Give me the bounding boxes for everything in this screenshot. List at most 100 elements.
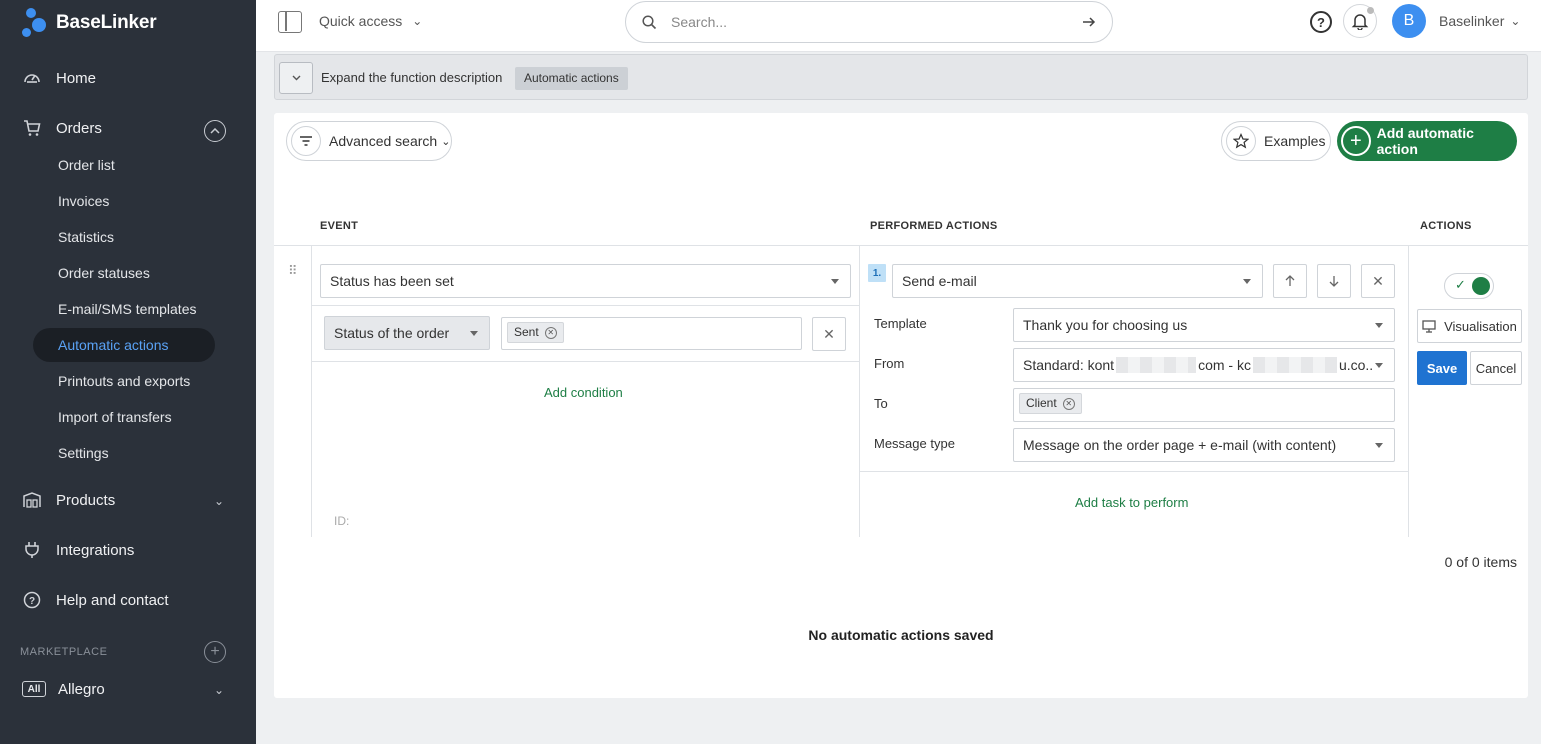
advanced-search-label: Advanced search [329,133,438,149]
remove-chip-icon[interactable]: ✕ [544,326,557,339]
filter-icon [291,126,321,156]
condition-field-select[interactable]: Status of the order [324,316,490,350]
divider [860,471,1408,472]
sidebar-subitem-order-list[interactable]: Order list [58,155,115,175]
remove-action-button[interactable]: ✕ [1361,264,1395,298]
sidebar-item-allegro[interactable]: All Allegro [22,677,105,701]
template-value: Thank you for choosing us [1023,317,1188,333]
sidebar-item-label: Home [56,69,97,87]
add-automatic-action-button[interactable]: + Add automatic action [1337,121,1517,161]
sidebar-subitem-invoices[interactable]: Invoices [58,191,109,211]
column-header-actions: ACTIONS [1420,220,1472,232]
redacted-text [1252,357,1337,373]
cart-icon [22,118,42,138]
chevron-down-icon[interactable]: ⌄ [214,494,224,508]
visualisation-label: Visualisation [1444,318,1517,334]
caret-down-icon [831,279,839,284]
caret-down-icon [1243,279,1251,284]
cancel-button[interactable]: Cancel [1470,351,1522,385]
close-icon: ✕ [823,325,835,342]
message-type-select[interactable]: Message on the order page + e-mail (with… [1013,428,1395,462]
add-task-link[interactable]: Add task to perform [1075,495,1188,510]
logo[interactable]: BaseLinker [22,8,157,38]
event-trigger-select[interactable]: Status has been set [320,264,851,298]
examples-button[interactable]: Examples [1221,121,1331,161]
search-icon [642,14,657,29]
chevron-down-icon [292,75,300,81]
chevron-down-icon: ⌄ [441,135,451,148]
search-box[interactable] [625,1,1113,43]
notifications-button[interactable] [1343,4,1377,38]
add-condition-link[interactable]: Add condition [544,385,623,400]
marketplace-heading: MARKETPLACE [20,646,108,658]
caret-down-icon [1375,323,1383,328]
search-input[interactable] [671,14,1082,30]
function-description-bar: Expand the function description Automati… [274,54,1528,100]
examples-label: Examples [1264,133,1326,149]
redacted-text [1116,357,1197,373]
from-prefix: Standard: kont [1023,357,1115,373]
condition-chip: Sent ✕ [507,322,564,343]
sidebar-subitem-import-transfers[interactable]: Import of transfers [58,407,172,427]
remove-chip-icon[interactable]: ✕ [1062,397,1075,410]
advanced-search-button[interactable]: Advanced search ⌄ [286,121,452,161]
sidebar-subitem-settings[interactable]: Settings [58,443,109,463]
sidebar-subitem-order-statuses[interactable]: Order statuses [58,263,150,283]
sidebar-item-help[interactable]: ? Help and contact [22,588,169,612]
visualisation-button[interactable]: Visualisation [1417,309,1522,343]
monitor-icon [1422,319,1436,333]
message-type-label: Message type [874,436,955,451]
quick-access-label: Quick access [319,13,403,29]
check-icon: ✓ [1455,277,1466,292]
action-type-select[interactable]: Send e-mail [892,264,1263,298]
sidebar-subitem-automatic-actions[interactable]: Automatic actions [58,335,169,355]
from-select[interactable]: Standard: kont com - kc u.co.. [1013,348,1395,382]
recipient-input[interactable]: Client ✕ [1013,388,1395,422]
caret-down-icon [1375,443,1383,448]
user-name-label: Baselinker [1439,13,1505,29]
quick-access-dropdown[interactable]: Quick access ⌄ [319,13,422,29]
help-icon[interactable]: ? [1310,11,1332,33]
add-marketplace-button[interactable]: + [204,641,226,663]
sidebar-item-orders[interactable]: Orders [22,116,102,140]
notification-dot [1367,7,1374,14]
caret-down-icon [470,331,478,336]
drag-handle-icon[interactable]: ⠿ [288,263,298,279]
plug-icon [22,540,42,560]
from-suffix: u.co.. [1338,357,1374,373]
automatic-actions-card: Advanced search ⌄ Examples + Add automat… [274,113,1528,698]
plus-icon: + [1341,126,1371,156]
action-enabled-toggle[interactable]: ✓ [1444,273,1494,299]
sidebar-toggle-icon[interactable] [278,11,302,33]
from-label: From [874,356,905,371]
topbar: Quick access ⌄ ? B Baselinker ⌄ [256,0,1541,52]
avatar[interactable]: B [1392,4,1426,38]
caret-down-icon [1375,363,1383,368]
move-down-button[interactable] [1317,264,1351,298]
save-button[interactable]: Save [1417,351,1467,385]
from-middle: com - kc [1198,357,1251,373]
message-type-value: Message on the order page + e-mail (with… [1023,437,1337,453]
event-column: Status has been set Status of the order … [311,246,860,537]
sidebar-item-home[interactable]: Home [22,66,96,90]
recipient-chip: Client ✕ [1019,393,1082,414]
template-select[interactable]: Thank you for choosing us [1013,308,1395,342]
chevron-down-icon[interactable]: ⌄ [214,683,224,697]
move-up-button[interactable] [1273,264,1307,298]
sidebar-subitem-statistics[interactable]: Statistics [58,227,114,247]
description-text: Expand the function description [321,70,503,85]
divider [312,305,860,306]
sidebar-item-label: Orders [56,119,102,137]
sidebar-subitem-email-sms-templates[interactable]: E-mail/SMS templates [58,299,196,319]
sidebar-subitem-printouts-exports[interactable]: Printouts and exports [58,371,190,391]
arrow-right-icon[interactable] [1082,16,1096,28]
sidebar-item-products[interactable]: Products [22,488,232,512]
user-menu[interactable]: Baselinker ⌄ [1439,13,1520,29]
remove-condition-button[interactable]: ✕ [812,317,846,351]
sidebar-item-integrations[interactable]: Integrations [22,538,134,562]
svg-text:?: ? [29,596,35,607]
expand-description-button[interactable] [279,62,313,94]
bell-icon [1351,14,1369,30]
collapse-orders-button[interactable] [204,120,226,142]
condition-value-input[interactable]: Sent ✕ [501,317,802,350]
